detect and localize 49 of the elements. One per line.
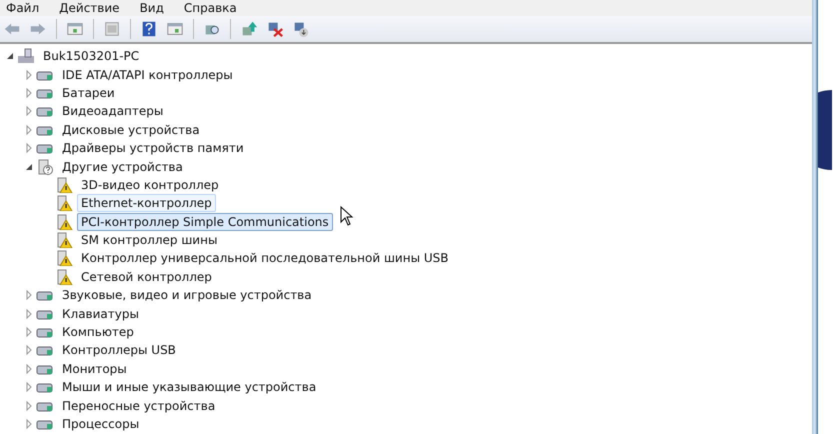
expand-icon[interactable] xyxy=(24,70,34,80)
warning-device-icon xyxy=(55,195,73,212)
collapse-icon[interactable] xyxy=(24,162,34,172)
expand-icon[interactable] xyxy=(24,419,34,429)
tree-item[interactable]: Дисковые устройства xyxy=(58,120,204,139)
tree-item[interactable]: Драйверы устройств памяти xyxy=(58,139,248,158)
expand-icon[interactable] xyxy=(24,382,34,392)
tree-item[interactable]: Процессоры xyxy=(58,415,144,433)
expand-icon[interactable] xyxy=(24,88,34,98)
warning-device-icon xyxy=(55,214,73,230)
tree-item[interactable]: Мониторы xyxy=(58,360,131,378)
menu-item[interactable]: Вид xyxy=(140,1,164,15)
tree-item[interactable]: PCI-контроллер Simple Communications xyxy=(77,212,333,231)
warning-device-icon xyxy=(55,268,73,285)
tree-item[interactable]: Звуковые, видео и игровые устройства xyxy=(58,286,316,304)
tree-item[interactable]: IDE ATA/ATAPI контроллеры xyxy=(58,66,237,84)
warning-device-icon xyxy=(55,250,73,266)
tree-item[interactable]: Сетевой контроллер xyxy=(77,268,216,286)
expand-icon[interactable] xyxy=(24,290,34,300)
tree-item[interactable]: Батареи xyxy=(58,84,119,102)
tree-item[interactable]: 3D-видео контроллер xyxy=(77,176,223,194)
expand-icon[interactable] xyxy=(24,124,34,135)
warning-device-icon xyxy=(55,176,73,193)
expand-icon[interactable] xyxy=(24,327,34,338)
menu-item[interactable]: Справка xyxy=(184,1,237,15)
tree-item[interactable]: Видеоадаптеры xyxy=(58,102,168,120)
tree-item[interactable]: Переносные устройства xyxy=(58,396,220,415)
tree-item[interactable]: Мыши и иные указывающие устройства xyxy=(58,378,320,396)
warning-device-icon xyxy=(55,232,73,248)
expand-icon[interactable] xyxy=(24,106,34,116)
tree-item[interactable]: Другие устройства xyxy=(58,158,187,176)
tree-item[interactable]: Контроллеры USB xyxy=(58,341,180,360)
collapse-icon[interactable] xyxy=(5,51,15,62)
expand-icon[interactable] xyxy=(24,400,34,411)
menu-item[interactable]: Действие xyxy=(59,1,120,15)
tree-item[interactable]: Контроллер универсальной последовательной шины USB xyxy=(77,249,452,268)
expand-icon[interactable] xyxy=(24,345,34,356)
tree-item[interactable]: Клавиатуры xyxy=(58,304,143,323)
menu-item[interactable]: Файл xyxy=(6,1,40,15)
tree-item[interactable]: Компьютер xyxy=(58,323,138,342)
tree-item[interactable]: Ethernet-контроллер xyxy=(77,194,216,212)
computer-icon xyxy=(17,48,35,64)
device-icon xyxy=(36,158,54,175)
mouse-cursor-icon xyxy=(340,206,354,226)
expand-icon[interactable] xyxy=(24,308,34,319)
tree-item[interactable]: SM контроллер шины xyxy=(77,231,222,250)
expand-icon[interactable] xyxy=(24,143,34,154)
expand-icon[interactable] xyxy=(24,364,34,374)
tree-item[interactable]: Buk1503201-PC xyxy=(39,47,144,66)
